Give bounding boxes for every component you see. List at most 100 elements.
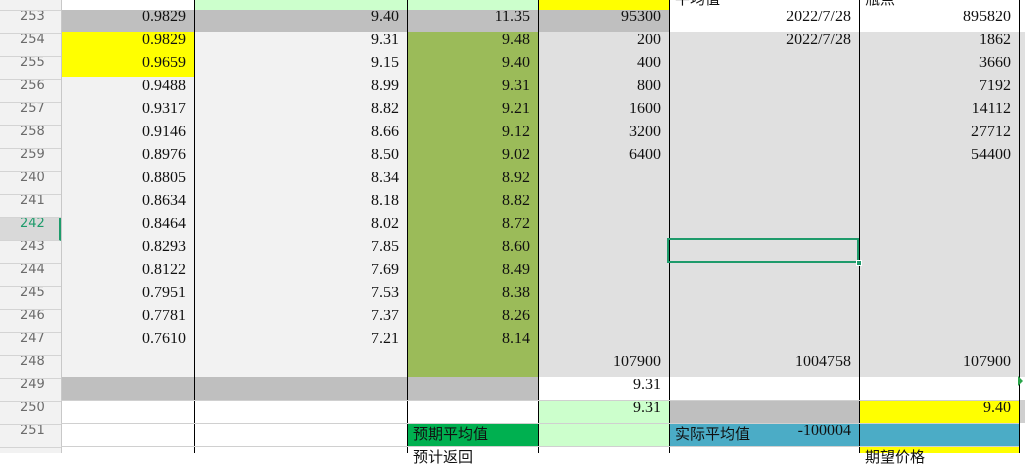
row-header-247[interactable]: 247 bbox=[0, 333, 61, 356]
cell-b-256[interactable]: 8.99 bbox=[194, 80, 407, 103]
cell-f-255[interactable]: 3660 bbox=[859, 57, 1019, 80]
cell-a-256[interactable]: 0.9488 bbox=[61, 80, 194, 103]
totals-cell-f bbox=[859, 377, 1019, 400]
cell-a-253[interactable]: 0.9829 bbox=[61, 11, 194, 34]
actual-average-value[interactable]: 9.40 bbox=[859, 402, 1019, 425]
cell-a-242[interactable]: 0.8464 bbox=[61, 218, 194, 241]
cell-c-246[interactable]: 8.26 bbox=[407, 310, 538, 333]
cell-c-255[interactable]: 9.40 bbox=[407, 57, 538, 80]
row-header-245[interactable]: 245 bbox=[0, 287, 61, 310]
row-header-252[interactable]: 252 bbox=[0, 0, 61, 11]
row-header-251[interactable]: 251 bbox=[0, 425, 61, 448]
cell-c-241[interactable]: 8.82 bbox=[407, 195, 538, 218]
cell-f-256[interactable]: 7192 bbox=[859, 80, 1019, 103]
cell-d-256[interactable]: 800 bbox=[538, 80, 669, 103]
row-header-242[interactable]: 242 bbox=[0, 218, 61, 241]
row-header-column: 2522532542552562572582592402412422432442… bbox=[0, 0, 62, 453]
expected-return-label[interactable]: 预计返回 bbox=[407, 446, 538, 469]
expected-average-label[interactable]: 预期平均值 bbox=[407, 423, 538, 446]
total-f[interactable]: 107900 bbox=[859, 356, 1019, 379]
cell-f-254[interactable]: 1862 bbox=[859, 34, 1019, 57]
cell-c-247[interactable]: 8.14 bbox=[407, 333, 538, 356]
cell-b-240[interactable]: 8.34 bbox=[194, 172, 407, 195]
cell-b-257[interactable]: 8.82 bbox=[194, 103, 407, 126]
row-header-255[interactable]: 255 bbox=[0, 57, 61, 80]
cell-a-254[interactable]: 0.9829 bbox=[61, 34, 194, 57]
cell-d-253[interactable]: 95300 bbox=[538, 11, 669, 34]
cell-b-243[interactable]: 7.85 bbox=[194, 241, 407, 264]
row-header-250[interactable]: 250 bbox=[0, 402, 61, 425]
cell-b-258[interactable]: 8.66 bbox=[194, 126, 407, 149]
cell-a-245[interactable]: 0.7951 bbox=[61, 287, 194, 310]
cell-a-255[interactable]: 0.9659 bbox=[61, 57, 194, 80]
header-label-average[interactable]: 平均值 bbox=[669, 0, 859, 10]
cell-c-258[interactable]: 9.12 bbox=[407, 126, 538, 149]
selected-cell[interactable] bbox=[667, 238, 859, 263]
cell-d-259[interactable]: 6400 bbox=[538, 149, 669, 172]
cell-a-257[interactable]: 0.9317 bbox=[61, 103, 194, 126]
cell-f-257[interactable]: 14112 bbox=[859, 103, 1019, 126]
cell-a-243[interactable]: 0.8293 bbox=[61, 241, 194, 264]
cell-d-254[interactable]: 200 bbox=[538, 34, 669, 57]
cell-c-245[interactable]: 8.38 bbox=[407, 287, 538, 310]
cell-a-247[interactable]: 0.7610 bbox=[61, 333, 194, 356]
row-header-257[interactable]: 257 bbox=[0, 103, 61, 126]
cell-c-243[interactable]: 8.60 bbox=[407, 241, 538, 264]
cell-c-257[interactable]: 9.21 bbox=[407, 103, 538, 126]
row-header-243[interactable]: 243 bbox=[0, 241, 61, 264]
row-header-249[interactable]: 249 bbox=[0, 379, 61, 402]
cell-c-254[interactable]: 9.48 bbox=[407, 34, 538, 57]
expected-average-value[interactable]: 9.31 bbox=[538, 402, 669, 425]
cell-c-240[interactable]: 8.92 bbox=[407, 172, 538, 195]
expected-price-label[interactable]: 期望价格 bbox=[859, 446, 1019, 469]
cell-f-253[interactable]: 895820 bbox=[859, 11, 1019, 34]
cell-b-254[interactable]: 9.31 bbox=[194, 34, 407, 57]
header-label-bottle[interactable]: 瓶点 bbox=[859, 0, 1019, 10]
row-header-246[interactable]: 246 bbox=[0, 310, 61, 333]
cell-a-241[interactable]: 0.8634 bbox=[61, 195, 194, 218]
cell-b-245[interactable]: 7.53 bbox=[194, 287, 407, 310]
cell-b-253[interactable]: 9.40 bbox=[194, 11, 407, 34]
row-header-259[interactable]: 259 bbox=[0, 149, 61, 172]
cell-a-244[interactable]: 0.8122 bbox=[61, 264, 194, 287]
cell-a-258[interactable]: 0.9146 bbox=[61, 126, 194, 149]
cell-d-257[interactable]: 1600 bbox=[538, 103, 669, 126]
cell-c-256[interactable]: 9.31 bbox=[407, 80, 538, 103]
cell-b-241[interactable]: 8.18 bbox=[194, 195, 407, 218]
cell-c-253[interactable]: 11.35 bbox=[407, 11, 538, 34]
header-cell-c bbox=[407, 0, 538, 10]
cell-c-259[interactable]: 9.02 bbox=[407, 149, 538, 172]
row-header-240[interactable]: 240 bbox=[0, 172, 61, 195]
row-header-248[interactable]: 248 bbox=[0, 356, 61, 379]
cell-a-240[interactable]: 0.8805 bbox=[61, 172, 194, 195]
row-header-256[interactable]: 256 bbox=[0, 80, 61, 103]
cell-c-244[interactable]: 8.49 bbox=[407, 264, 538, 287]
cell-b-246[interactable]: 7.37 bbox=[194, 310, 407, 333]
cell-b-242[interactable]: 8.02 bbox=[194, 218, 407, 241]
row251-e-value[interactable]: -100004 bbox=[669, 425, 859, 448]
row-header-253[interactable]: 253 bbox=[0, 11, 61, 34]
row249-d-value[interactable]: 9.31 bbox=[538, 379, 669, 402]
row249-cell-e bbox=[669, 400, 859, 423]
cell-b-255[interactable]: 9.15 bbox=[194, 57, 407, 80]
cell-e-254[interactable]: 2022/7/28 bbox=[669, 34, 859, 57]
cell-d-258[interactable]: 3200 bbox=[538, 126, 669, 149]
total-e[interactable]: 1004758 bbox=[669, 356, 859, 379]
row-header-254[interactable]: 254 bbox=[0, 34, 61, 57]
fill-handle[interactable] bbox=[856, 260, 862, 266]
cell-a-259[interactable]: 0.8976 bbox=[61, 149, 194, 172]
row-header-241[interactable]: 241 bbox=[0, 195, 61, 218]
cell-b-244[interactable]: 7.69 bbox=[194, 264, 407, 287]
cell-c-242[interactable]: 8.72 bbox=[407, 218, 538, 241]
row-header-244[interactable]: 244 bbox=[0, 264, 61, 287]
row-header-258[interactable]: 258 bbox=[0, 126, 61, 149]
cell-e-253[interactable]: 2022/7/28 bbox=[669, 11, 859, 34]
comment-indicator-icon bbox=[1018, 376, 1023, 386]
cell-b-259[interactable]: 8.50 bbox=[194, 149, 407, 172]
cell-f-259[interactable]: 54400 bbox=[859, 149, 1019, 172]
cell-f-258[interactable]: 27712 bbox=[859, 126, 1019, 149]
cell-d-255[interactable]: 400 bbox=[538, 57, 669, 80]
cell-b-247[interactable]: 7.21 bbox=[194, 333, 407, 356]
cell-a-246[interactable]: 0.7781 bbox=[61, 310, 194, 333]
total-d[interactable]: 107900 bbox=[538, 356, 669, 379]
